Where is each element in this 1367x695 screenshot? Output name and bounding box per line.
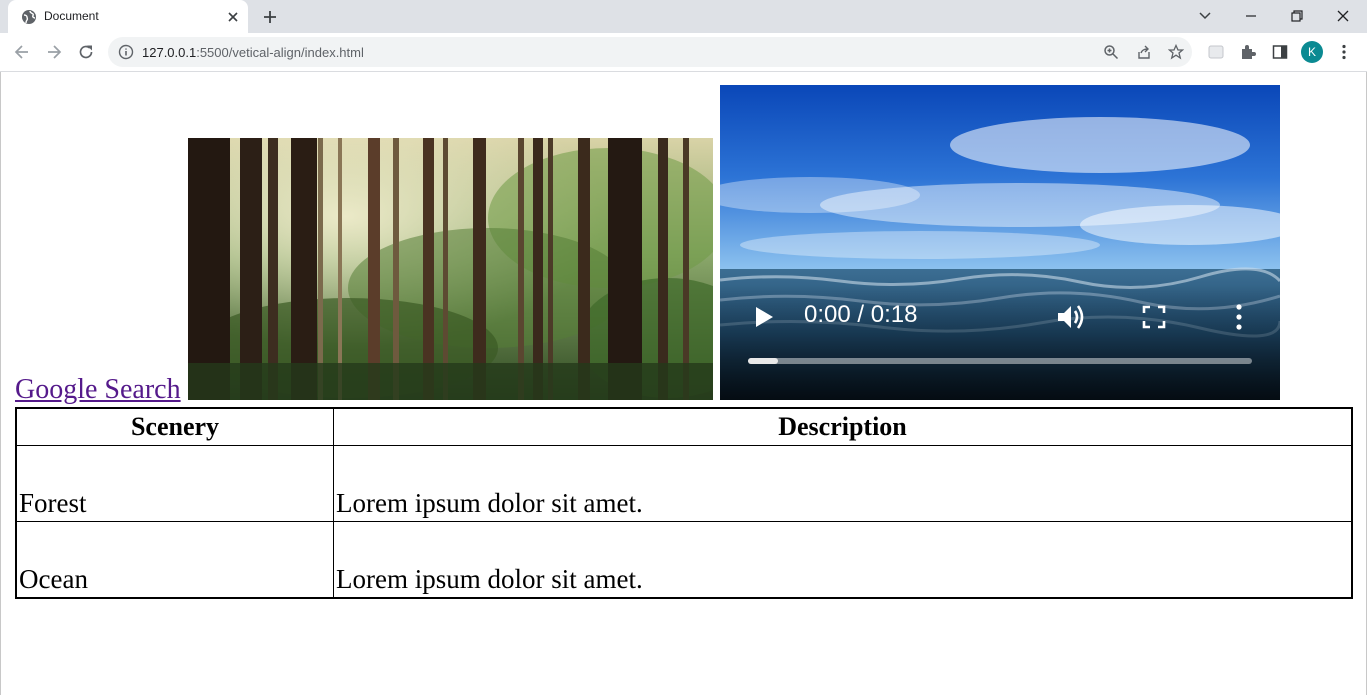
url-path: :5500/vetical-align/index.html <box>196 45 364 60</box>
video-player[interactable]: 0:00 / 0:18 <box>720 85 1280 400</box>
close-window-icon[interactable] <box>1333 6 1353 26</box>
globe-icon <box>22 10 36 24</box>
table-header-row: Scenery Description <box>15 407 1353 446</box>
menu-kebab-icon[interactable] <box>1335 43 1353 61</box>
extensions-puzzle-icon[interactable] <box>1239 43 1257 61</box>
video-progress-fill <box>748 358 779 364</box>
tab-strip: Document <box>0 0 1367 33</box>
cell-scenery: Forest <box>15 445 334 522</box>
video-frame <box>720 85 1280 400</box>
fullscreen-icon[interactable] <box>1141 304 1167 330</box>
scenery-table: Scenery Description Forest Lorem ipsum d… <box>15 407 1353 599</box>
cell-description: Lorem ipsum dolor sit amet. <box>333 445 1353 522</box>
header-description: Description <box>333 407 1353 446</box>
volume-icon[interactable] <box>1054 300 1088 334</box>
site-info-icon[interactable] <box>118 44 134 60</box>
page-viewport: Google Search 0:00 / 0:18 Scenery Descri… <box>0 72 1367 695</box>
bookmark-star-icon[interactable] <box>1168 44 1184 60</box>
header-scenery: Scenery <box>15 407 334 446</box>
close-tab-icon[interactable] <box>226 10 240 24</box>
video-progress-bar[interactable] <box>748 358 1252 364</box>
share-icon[interactable] <box>1136 44 1152 60</box>
cell-scenery: Ocean <box>15 521 334 599</box>
toolbar: 127.0.0.1:5500/vetical-align/index.html <box>0 33 1367 72</box>
google-search-link[interactable]: Google Search <box>15 374 181 406</box>
forward-icon[interactable] <box>44 42 64 62</box>
video-time: 0:00 / 0:18 <box>804 301 918 328</box>
cell-description: Lorem ipsum dolor sit amet. <box>333 521 1353 599</box>
url-text: 127.0.0.1:5500/vetical-align/index.html <box>142 45 364 60</box>
url-host: 127.0.0.1 <box>142 45 197 60</box>
minimize-icon[interactable] <box>1241 6 1261 26</box>
table-row: Forest Lorem ipsum dolor sit amet. <box>15 445 1353 522</box>
address-bar[interactable]: 127.0.0.1:5500/vetical-align/index.html <box>108 37 1192 67</box>
zoom-icon[interactable] <box>1103 44 1119 60</box>
back-icon[interactable] <box>12 42 32 62</box>
tab-search-chevron-icon[interactable] <box>1195 6 1215 26</box>
reload-icon[interactable] <box>76 42 96 62</box>
profile-avatar[interactable]: K <box>1301 41 1323 63</box>
side-panel-icon[interactable] <box>1271 43 1289 61</box>
extension-placeholder-icon[interactable] <box>1207 43 1225 61</box>
tab-document[interactable]: Document <box>8 0 248 33</box>
forest-image <box>188 138 713 400</box>
play-icon[interactable] <box>750 303 778 331</box>
new-tab-icon[interactable] <box>261 8 279 26</box>
tab-title: Document <box>44 9 99 23</box>
table-row: Ocean Lorem ipsum dolor sit amet. <box>15 521 1353 599</box>
more-options-icon[interactable] <box>1228 303 1250 331</box>
restore-icon[interactable] <box>1287 6 1307 26</box>
